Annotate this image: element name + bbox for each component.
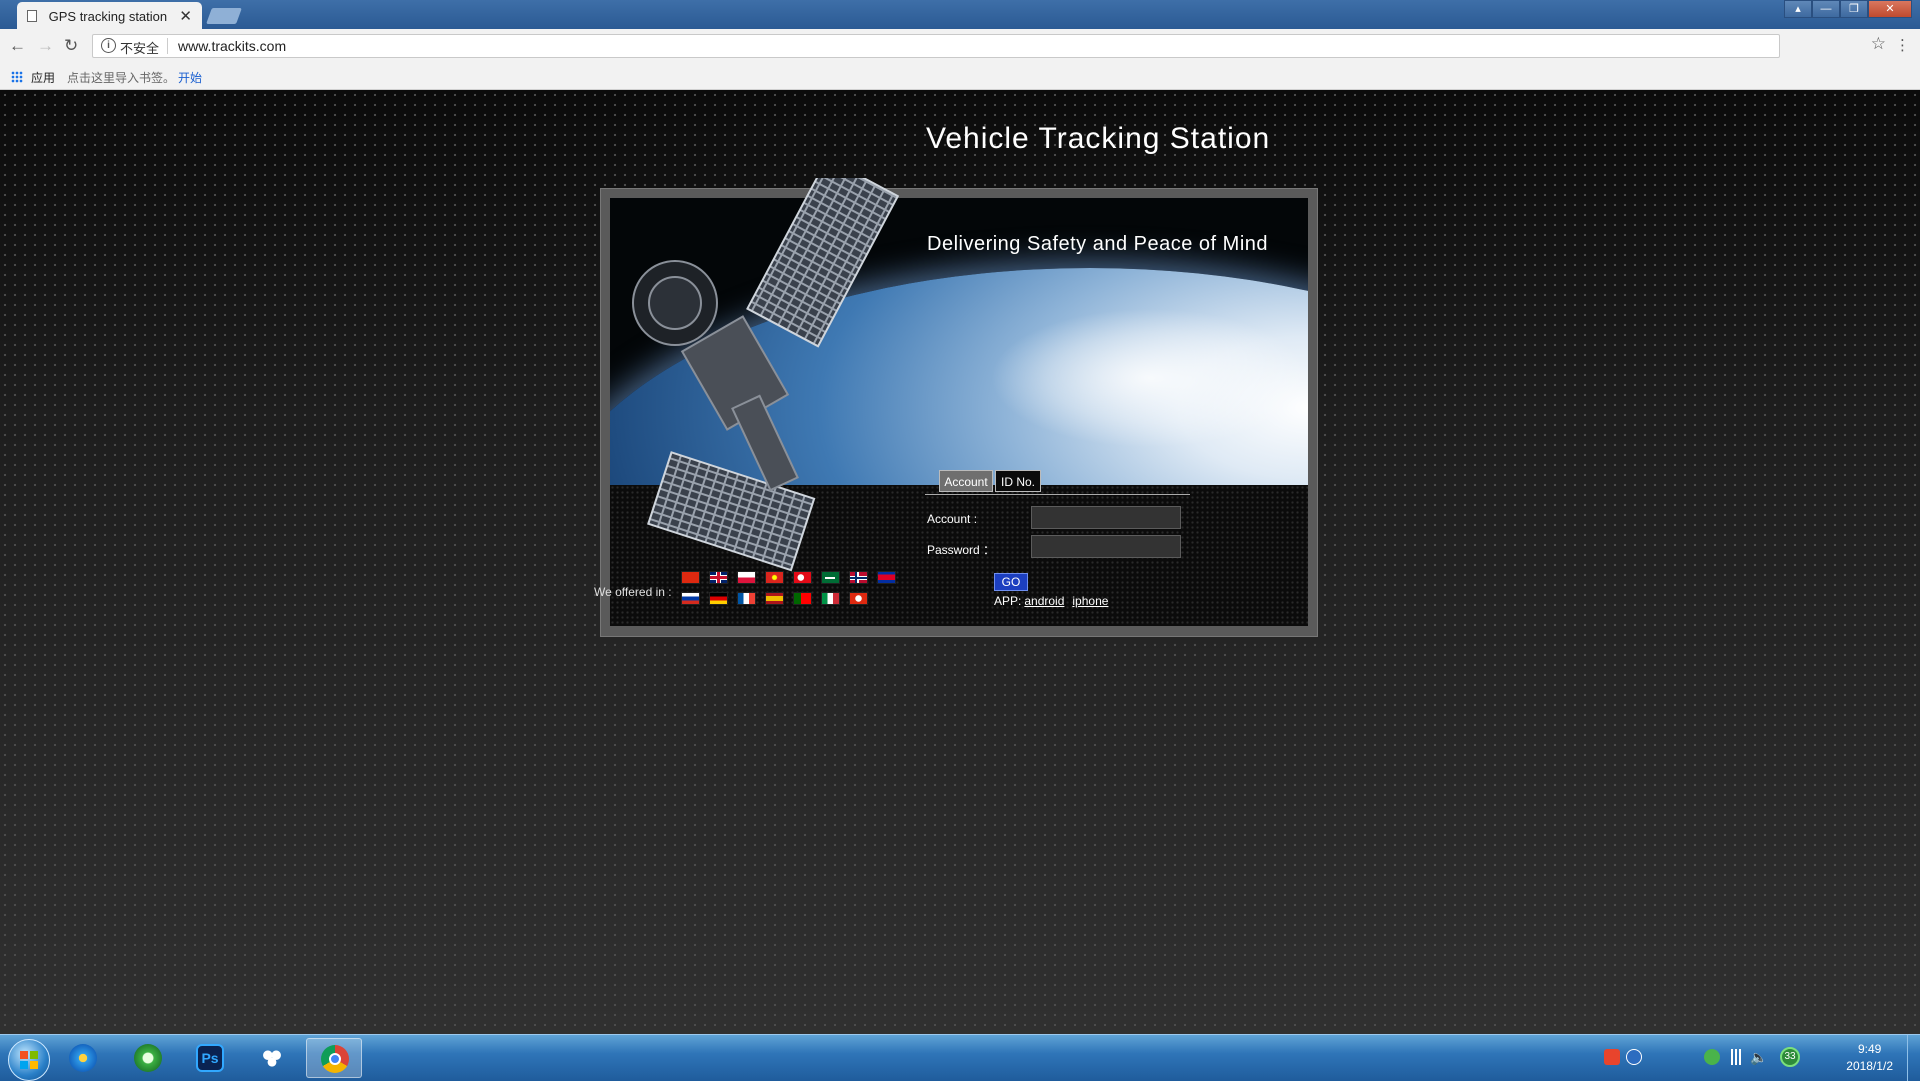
close-window-button[interactable]: ✕ (1868, 0, 1912, 18)
back-arrow-icon[interactable]: ← (9, 36, 26, 56)
window-controls: ▴ — ❐ ✕ (1784, 0, 1912, 18)
taskbar-360-browser[interactable] (120, 1038, 176, 1078)
taskbar-photoshop[interactable]: Ps (182, 1038, 238, 1078)
tab-id-no[interactable]: ID No. (995, 470, 1041, 492)
account-input[interactable] (1031, 506, 1181, 529)
info-icon[interactable]: i (101, 38, 116, 53)
photoshop-icon: Ps (196, 1044, 224, 1072)
chrome-icon (321, 1045, 349, 1073)
bookmark-apps[interactable]: 应用 (31, 69, 55, 86)
sogou-icon[interactable] (1604, 1049, 1620, 1065)
flag-poland-icon[interactable] (737, 571, 756, 584)
tray-360-icon[interactable] (1704, 1049, 1720, 1065)
maximize-button[interactable]: ❐ (1840, 0, 1868, 18)
account-label: Account : (927, 512, 978, 526)
windows-taskbar: Ps 🔈 33 9:49 2018/1/2 (0, 1034, 1920, 1081)
password-label: Password ： (927, 543, 996, 557)
system-clock[interactable]: 9:49 2018/1/2 (1846, 1041, 1893, 1075)
browser-tab[interactable]: GPS tracking station ✕ (17, 2, 202, 29)
app-label: APP: (994, 594, 1022, 608)
url-text[interactable]: www.trackits.com (178, 38, 286, 54)
flag-saudi-arabia-icon[interactable] (821, 571, 840, 584)
flag-france-icon[interactable] (737, 592, 756, 605)
taskbar-chrome[interactable] (306, 1038, 362, 1078)
site-title: Vehicle Tracking Station (926, 122, 1271, 155)
address-bar[interactable]: i 不安全 www.trackits.com (92, 34, 1780, 58)
go-button[interactable]: GO (994, 573, 1028, 591)
clock-time: 9:49 (1857, 1042, 1882, 1056)
browser-menu-icon[interactable]: ⋮ (1895, 36, 1910, 54)
tray-badge-icon[interactable]: 33 (1780, 1047, 1800, 1067)
show-desktop-button[interactable] (1907, 1035, 1920, 1081)
bookmarks-bar: 应用 点击这里导入书签。 开始 (0, 64, 1920, 90)
address-separator (167, 38, 168, 54)
tagline: Delivering Safety and Peace of Mind (927, 233, 1269, 255)
page-icon (27, 10, 37, 22)
app-links: APP: android iphone (994, 594, 1108, 608)
apps-grid-icon[interactable] (11, 71, 23, 83)
volume-icon[interactable]: 🔈 (1750, 1049, 1767, 1065)
tab-account[interactable]: Account (939, 470, 993, 492)
bookmark-start-link[interactable]: 开始 (178, 69, 202, 86)
clock-date: 2018/1/2 (1846, 1059, 1893, 1073)
taskbar-baidu-cloud[interactable] (244, 1038, 300, 1078)
login-tabs: Account ID No. (925, 468, 1190, 495)
flag-italy-icon[interactable] (821, 592, 840, 605)
new-tab-button[interactable] (206, 8, 242, 24)
flag-russia-icon[interactable] (681, 592, 700, 605)
taskbar-ie[interactable] (55, 1038, 111, 1078)
languages-label: We offered in : (594, 585, 672, 599)
flag-united-kingdom-icon[interactable] (709, 571, 728, 584)
password-input[interactable] (1031, 535, 1181, 558)
flag-germany-icon[interactable] (709, 592, 728, 605)
bookmark-star-icon[interactable]: ☆ (1871, 34, 1886, 54)
signal-icon[interactable] (1728, 1049, 1744, 1065)
page-background: Vehicle Tracking Station Delivering Safe… (0, 90, 1920, 1034)
tab-title: GPS tracking station (48, 9, 168, 24)
iphone-link[interactable]: iphone (1072, 594, 1108, 608)
flag-china-icon[interactable] (681, 571, 700, 584)
reload-icon[interactable]: ↻ (64, 36, 78, 56)
baidu-cloud-icon (258, 1044, 286, 1072)
flag-spain-icon[interactable] (765, 592, 784, 605)
start-button[interactable] (8, 1039, 50, 1081)
flag-norway-icon[interactable] (849, 571, 868, 584)
cloud-highlight (990, 308, 1308, 448)
forward-arrow-icon[interactable]: → (37, 36, 54, 56)
profile-button[interactable]: ▴ (1784, 0, 1812, 18)
flag-portugal-icon[interactable] (793, 592, 812, 605)
android-link[interactable]: android (1024, 594, 1064, 608)
flag-vietnam-icon[interactable] (765, 571, 784, 584)
tab-close-icon[interactable]: ✕ (179, 7, 192, 25)
360-browser-icon (134, 1044, 162, 1072)
security-label[interactable]: 不安全 (120, 38, 159, 57)
minimize-button[interactable]: — (1812, 0, 1840, 18)
ie-icon (69, 1044, 97, 1072)
browser-toolbar: ← → ↻ i 不安全 www.trackits.com (0, 29, 1920, 64)
flag-hong-kong-icon[interactable] (849, 592, 868, 605)
bookmark-import-text: 点击这里导入书签。 (67, 71, 176, 85)
network-small-icon[interactable] (1654, 1049, 1664, 1065)
flag-cambodia-icon[interactable] (877, 571, 896, 584)
browser-title-bar: GPS tracking station ✕ ▴ — ❐ ✕ (0, 0, 1920, 29)
satellite-image (632, 178, 900, 572)
help-icon[interactable] (1626, 1049, 1642, 1065)
flag-turkey-icon[interactable] (793, 571, 812, 584)
